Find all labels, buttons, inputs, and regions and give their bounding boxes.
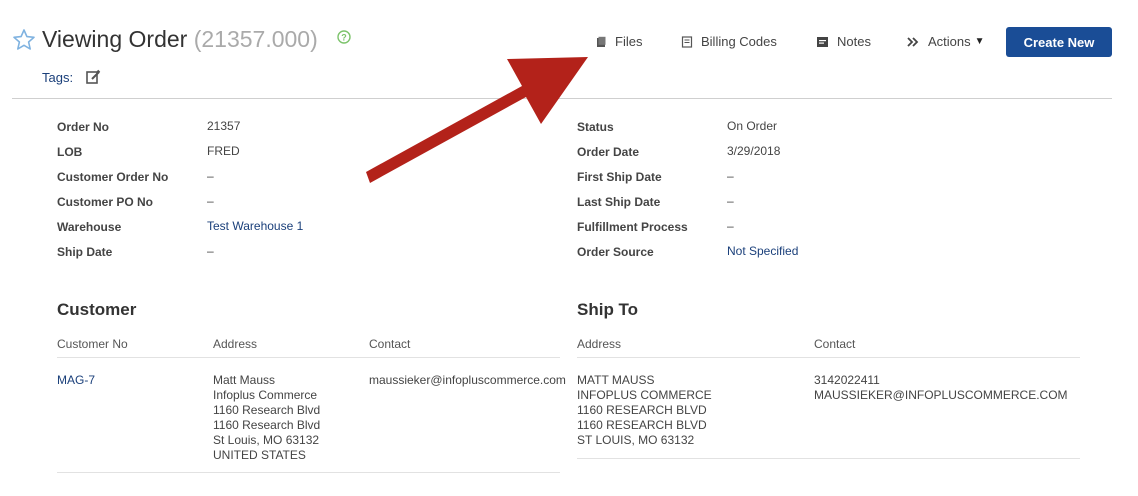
files-label: Files: [615, 34, 643, 49]
svg-text:?: ?: [341, 33, 347, 43]
order-date-value: 3/29/2018: [727, 144, 781, 158]
customer-po-no-value: –: [207, 194, 214, 208]
customer-address-header: Address: [213, 337, 258, 351]
customer-order-no-label: Customer Order No: [57, 170, 169, 184]
lob-label: LOB: [57, 145, 83, 159]
tags-label: Tags:: [42, 70, 74, 85]
help-icon[interactable]: ?: [337, 30, 351, 44]
billing-codes-button[interactable]: Billing Codes: [681, 34, 777, 49]
order-source-label: Order Source: [577, 245, 654, 259]
customer-contact-email: maussieker@infopluscommerce.com: [369, 373, 566, 387]
order-no-value: 21357: [207, 119, 241, 133]
files-icon: [597, 36, 606, 47]
customer-row-rule: [57, 472, 560, 473]
actions-dropdown[interactable]: Actions ▼: [907, 34, 985, 49]
last-ship-date-label: Last Ship Date: [577, 195, 661, 209]
customer-heading: Customer: [57, 300, 137, 319]
actions-label: Actions: [928, 34, 971, 49]
ship-to-contact-phone: 3142022411: [814, 373, 880, 387]
ship-to-address-line: 1160 RESEARCH BLVD: [577, 418, 707, 432]
edit-tags-icon[interactable]: [85, 69, 101, 85]
ship-to-address-line: ST LOUIS, MO 63132: [577, 433, 695, 447]
last-ship-date-value: –: [727, 194, 734, 208]
ship-to-heading: Ship To: [577, 300, 639, 319]
warehouse-link[interactable]: Test Warehouse 1: [207, 219, 303, 233]
notes-button[interactable]: Notes: [816, 34, 871, 49]
caret-down-icon: ▼: [974, 36, 985, 47]
customer-no-link[interactable]: MAG-7: [57, 373, 95, 388]
order-source-link[interactable]: Not Specified: [727, 244, 798, 258]
fulfillment-process-label: Fulfillment Process: [577, 220, 688, 234]
notes-icon: [817, 36, 828, 47]
order-no-label: Order No: [57, 120, 110, 134]
first-ship-date-value: –: [727, 169, 734, 183]
header-divider: [12, 98, 1112, 99]
customer-contact-header: Contact: [369, 337, 411, 351]
files-button[interactable]: Files: [595, 34, 642, 49]
customer-header-rule: [57, 357, 560, 358]
customer-address-line: St Louis, MO 63132: [213, 433, 320, 447]
page-title: Viewing Order (21357.000): [42, 26, 318, 53]
ship-to-address-line: MATT MAUSS: [577, 373, 655, 387]
ship-to-address-line: 1160 RESEARCH BLVD: [577, 403, 707, 417]
status-label: Status: [577, 120, 614, 134]
ship-to-address-line: INFOPLUS COMMERCE: [577, 388, 712, 402]
customer-no-header: Customer No: [57, 337, 128, 351]
ship-to-address: MATT MAUSS INFOPLUS COMMERCE 1160 RESEAR…: [577, 373, 712, 448]
status-value: On Order: [727, 119, 778, 133]
customer-order-no-value: –: [207, 169, 214, 183]
favorite-star-icon[interactable]: [12, 28, 36, 52]
warehouse-label: Warehouse: [57, 220, 122, 234]
first-ship-date-label: First Ship Date: [577, 170, 662, 184]
lob-value: FRED: [207, 144, 240, 158]
customer-po-no-label: Customer PO No: [57, 195, 154, 209]
create-new-button[interactable]: Create New: [1006, 27, 1112, 57]
billing-codes-icon: [681, 35, 693, 48]
ship-to-header-rule: [577, 357, 1080, 358]
ship-to-row-rule: [577, 458, 1080, 459]
page-title-prefix: Viewing Order: [42, 26, 188, 52]
ship-date-value: –: [207, 244, 214, 258]
notes-label: Notes: [837, 34, 871, 49]
ship-to-contact-header: Contact: [814, 337, 856, 351]
order-date-label: Order Date: [577, 145, 640, 159]
fulfillment-process-value: –: [727, 219, 734, 233]
customer-address: Matt Mauss Infoplus Commerce 1160 Resear…: [213, 373, 320, 463]
customer-address-line: Matt Mauss: [213, 373, 276, 387]
customer-address-line: UNITED STATES: [213, 448, 306, 462]
page-title-number: (21357.000): [193, 26, 318, 52]
double-chevron-right-icon: [907, 36, 919, 47]
customer-address-line: Infoplus Commerce: [213, 388, 318, 402]
ship-to-address-header: Address: [577, 337, 622, 351]
customer-address-line: 1160 Research Blvd: [213, 403, 321, 417]
billing-codes-label: Billing Codes: [701, 34, 777, 49]
ship-to-contact-email: MAUSSIEKER@INFOPLUSCOMMERCE.COM: [814, 388, 1068, 402]
ship-to-contact: 3142022411 MAUSSIEKER@INFOPLUSCOMMERCE.C…: [814, 373, 1068, 403]
annotation-arrow-icon: [366, 57, 588, 183]
customer-address-line: 1160 Research Blvd: [213, 418, 321, 432]
ship-date-label: Ship Date: [57, 245, 113, 259]
